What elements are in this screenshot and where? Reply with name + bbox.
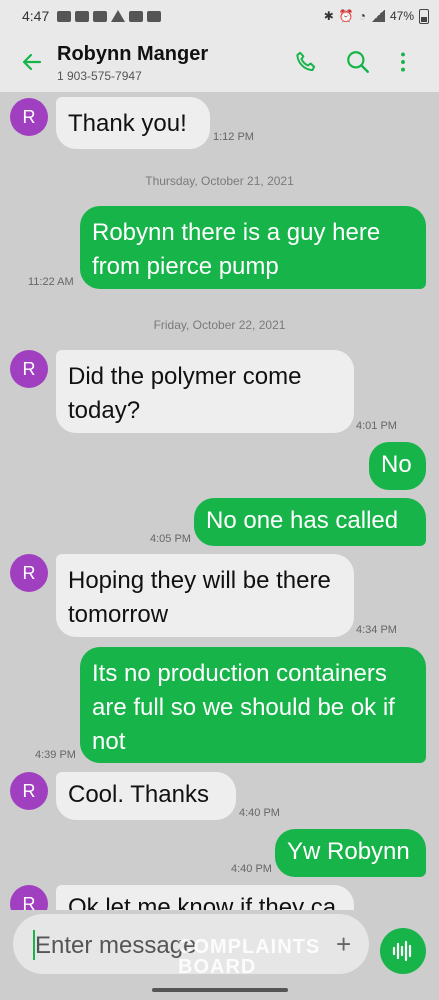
watermark-line2: BOARD [178,956,257,978]
outgoing-message[interactable]: Yw Robynn [275,829,426,877]
more-options-icon[interactable] [390,49,416,75]
contact-name[interactable]: Robynn Manger [57,43,208,66]
date-separator: Thursday, October 21, 2021 [145,174,294,188]
message-thread[interactable]: R Thank you! 1:12 PM Thursday, October 2… [0,92,439,910]
contact-avatar[interactable]: R [10,350,48,388]
contact-phone: 1 903-575-7947 [57,69,142,83]
outgoing-message[interactable]: No [369,442,426,490]
attach-plus-icon[interactable]: + [336,929,351,960]
bluetooth-icon: ✱ [323,9,334,23]
battery-icon [419,8,429,24]
incoming-message[interactable]: Hoping they will be there tomorrow [56,554,354,637]
battery-percent: 47% [389,9,414,23]
message-time: 4:39 PM [35,749,76,761]
system-icons: ✱ ⏰ ◔ 47% [323,8,429,24]
wifi-icon: ◔ [358,9,366,23]
phone-call-icon[interactable] [293,49,319,75]
contact-avatar[interactable]: R [10,772,48,810]
home-indicator[interactable] [152,988,288,992]
search-icon[interactable] [345,49,371,75]
watermark: COMPLAINTS BOARD [178,937,320,977]
outgoing-message[interactable]: No one has called [194,498,426,546]
alarm-icon: ⏰ [338,9,354,23]
incoming-message[interactable]: Did the polymer come today? [56,350,354,433]
message-time: 11:22 AM [28,276,74,288]
app-n2-icon [147,10,162,22]
youtube-icon [57,10,72,22]
messenger-icon [93,10,108,22]
status-bar: 4:47 ✱ ⏰ ◔ 47% [0,0,439,32]
notification-icons [57,10,162,22]
incoming-message[interactable]: Thank you! [56,97,210,149]
voice-send-button[interactable] [380,928,426,974]
app-n-icon [129,10,144,22]
contact-avatar[interactable]: R [10,885,48,910]
contact-avatar[interactable]: R [10,554,48,592]
message-time: 4:05 PM [150,533,191,545]
alert-icon [111,10,126,22]
message-time: 4:40 PM [239,807,280,819]
composer-area: Enter message + COMPLAINTS BOARD [0,910,439,1000]
back-arrow-icon[interactable] [20,50,44,74]
status-time: 4:47 [22,8,50,24]
incoming-message[interactable]: Cool. Thanks [56,772,236,820]
contact-avatar[interactable]: R [10,98,48,136]
incoming-message[interactable]: Ok let me know if they ca [56,885,354,910]
voice-wave-icon [392,940,412,962]
message-icon [75,10,90,22]
signal-icon [370,10,385,22]
watermark-line1: COMPLAINTS [178,936,321,958]
date-separator: Friday, October 22, 2021 [153,318,286,332]
conversation-header: Robynn Manger 1 903-575-7947 [0,32,439,92]
message-time: 4:34 PM [356,624,397,636]
message-time: 1:12 PM [213,131,254,143]
message-time: 4:40 PM [231,863,272,875]
message-input-placeholder: Enter message [35,932,197,959]
outgoing-message[interactable]: Its no production containers are full so… [80,647,426,763]
outgoing-message[interactable]: Robynn there is a guy here from pierce p… [80,206,426,289]
message-time: 4:01 PM [356,420,397,432]
